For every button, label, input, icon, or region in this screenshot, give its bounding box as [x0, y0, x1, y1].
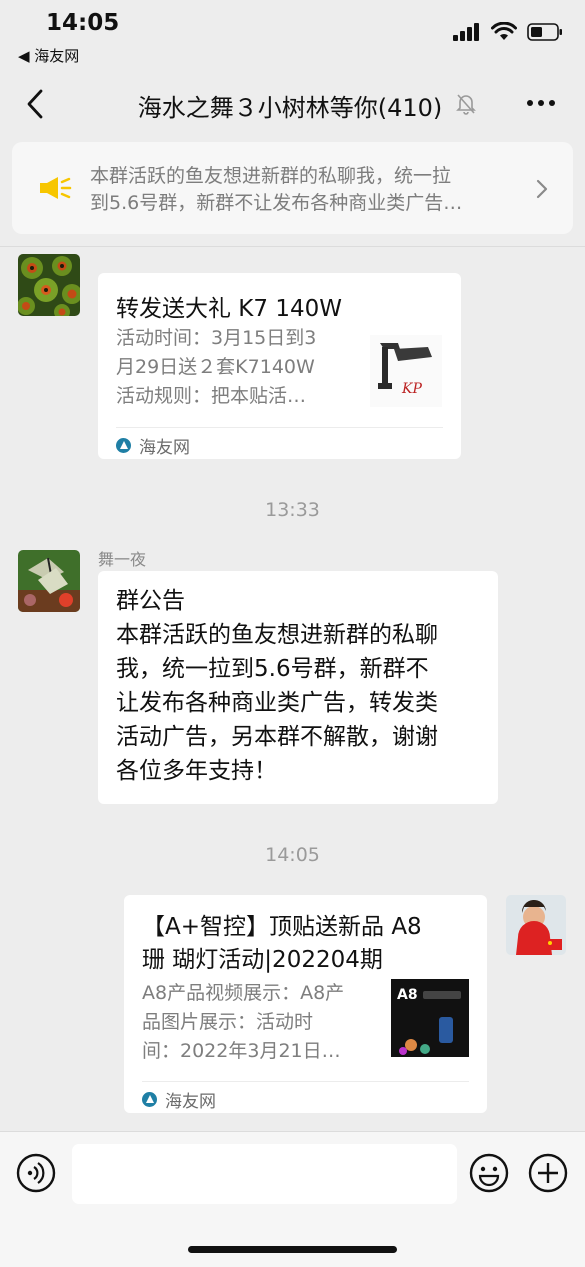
status-indicators [453, 22, 563, 41]
link-card-thumbnail: KP [370, 335, 442, 407]
thumbnail-brand: A8 [397, 987, 418, 1003]
avatar[interactable] [18, 254, 80, 316]
status-time: 14:05 [46, 10, 120, 36]
message-line: 我，统一拉到5.6号群，新群不 [116, 656, 429, 682]
link-card-source: 海友网 [116, 433, 190, 458]
haiyou-logo-icon [116, 438, 131, 453]
my-avatar[interactable] [506, 895, 566, 955]
desc-line: 活动规则：把本贴活… [116, 385, 307, 407]
message-text: 群公告 本群活跃的鱼友想进新群的私聊 我，统一拉到5.6号群，新群不 让发布各种… [116, 584, 438, 788]
notice-line-2: 到5.6号群，新群不让发布各种商业类广告… [90, 192, 463, 214]
desc-line: 活动时间：3月15日到3 [116, 327, 317, 349]
chat-title[interactable]: 海水之舞３小树林等你(410) [80, 88, 500, 123]
sender-name: 舞一夜 [98, 550, 147, 569]
card-separator [116, 427, 443, 428]
emoji-icon[interactable] [469, 1153, 509, 1193]
source-name: 海友网 [139, 438, 190, 458]
megaphone-icon [40, 177, 72, 199]
message-line: 让发布各种商业类广告，转发类 [116, 690, 438, 716]
thumbnail-brand: KP [401, 381, 422, 397]
desc-line: 间：2022年3月21日… [142, 1040, 341, 1062]
battery-icon [527, 22, 562, 41]
timestamp: 14:05 [265, 844, 320, 866]
more-dots-icon[interactable] [527, 100, 555, 106]
link-card-source: 海友网 [142, 1087, 216, 1112]
desc-line: 月29日送２套K7140W [116, 356, 315, 378]
signal-icon [453, 22, 479, 41]
card-separator [142, 1081, 469, 1082]
voice-icon[interactable] [16, 1153, 56, 1193]
title-line: 【A+智控】顶贴送新品 A8 [142, 914, 422, 940]
fish-avatar-image [18, 550, 80, 612]
link-card-thumbnail: A8 [391, 979, 469, 1057]
message-line: 群公告 [116, 588, 185, 614]
chevron-left-icon[interactable] [22, 87, 52, 121]
wifi-icon [491, 22, 517, 40]
message-input[interactable] [72, 1144, 457, 1204]
message-line: 各位多年支持！ [116, 758, 277, 784]
bell-muted-icon [456, 94, 476, 115]
coral-avatar-image [18, 254, 80, 316]
notice-text: 本群活跃的鱼友想进新群的私聊我，统一拉 到5.6号群，新群不让发布各种商业类广告… [90, 163, 510, 217]
desc-line: 品图片展示：活动时 [142, 1011, 314, 1033]
haiyou-logo-icon [142, 1092, 157, 1107]
person-avatar-image [506, 895, 566, 955]
message-line: 活动广告，另本群不解散，谢谢 [116, 724, 438, 750]
link-card-description: A8产品视频展示：A8产 品图片展示：活动时 间：2022年3月21日… [142, 979, 377, 1066]
source-name: 海友网 [165, 1092, 216, 1112]
message-line: 本群活跃的鱼友想进新群的私聊 [116, 622, 438, 648]
message-bubble[interactable]: 群公告 本群活跃的鱼友想进新群的私聊 我，统一拉到5.6号群，新群不 让发布各种… [98, 571, 498, 804]
link-card-description: 活动时间：3月15日到3 月29日送２套K7140W 活动规则：把本贴活… [116, 324, 348, 411]
home-indicator[interactable] [188, 1246, 397, 1253]
title-line: 珊 瑚灯活动|202204期 [142, 947, 383, 973]
link-card-title: 转发送大礼 K7 140W [116, 296, 342, 322]
desc-line: A8产品视频展示：A8产 [142, 982, 345, 1004]
divider [0, 246, 585, 247]
back-to-app-link[interactable]: ◀ 海友网 [18, 45, 79, 66]
plus-icon[interactable] [528, 1153, 568, 1193]
timestamp: 13:33 [265, 499, 320, 521]
link-card-title: 【A+智控】顶贴送新品 A8 珊 瑚灯活动|202204期 [142, 911, 422, 977]
chevron-right-icon[interactable] [535, 178, 549, 200]
link-card[interactable]: 【A+智控】顶贴送新品 A8 珊 瑚灯活动|202204期 A8产品视频展示：A… [124, 895, 487, 1113]
avatar[interactable] [18, 550, 80, 612]
link-card[interactable]: 转发送大礼 K7 140W 活动时间：3月15日到3 月29日送２套K7140W… [98, 273, 461, 459]
notice-line-1: 本群活跃的鱼友想进新群的私聊我，统一拉 [90, 165, 452, 187]
